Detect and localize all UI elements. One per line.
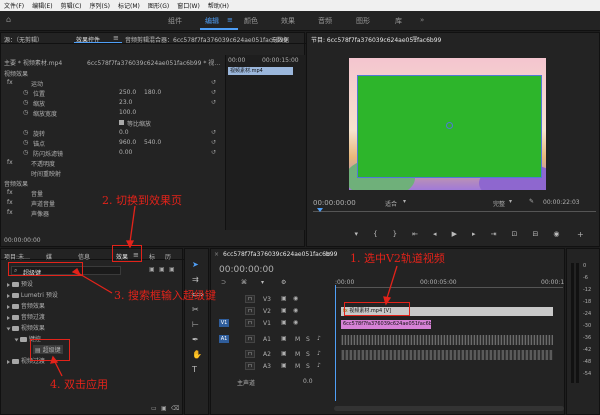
arrow-head — [50, 355, 59, 364]
arrow-line — [386, 265, 398, 299]
arrow-head — [71, 268, 82, 277]
arrow-line — [129, 205, 136, 243]
arrow-head — [125, 240, 135, 249]
arrow-line — [54, 361, 63, 377]
arrow-head — [383, 296, 392, 306]
arrow-line — [77, 272, 113, 294]
annotation-arrows — [50, 205, 398, 377]
